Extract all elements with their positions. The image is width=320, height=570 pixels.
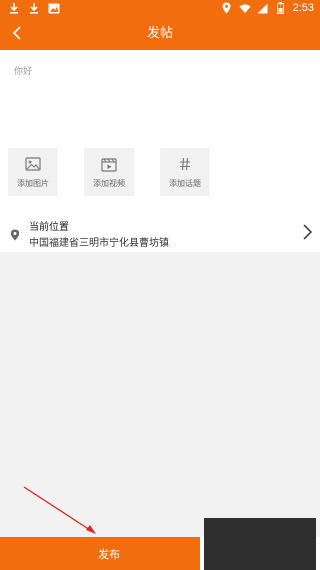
status-bar: ? 2:53: [0, 0, 320, 18]
add-video-label: 添加视频: [93, 179, 125, 188]
post-content-input[interactable]: [14, 64, 304, 124]
media-tools: 添加图片 添加视频 添加话题: [8, 148, 210, 196]
post-editor: 添加图片 添加视频 添加话题: [0, 50, 320, 212]
location-address: 中国福建省三明市宁化县曹坊镇: [29, 238, 169, 249]
location-title: 当前位置: [29, 222, 69, 233]
add-image-label: 添加图片: [17, 179, 49, 188]
page-title: 发帖: [146, 26, 173, 41]
battery-icon: ?: [275, 2, 287, 14]
image-icon: [48, 2, 60, 14]
video-icon: [100, 155, 118, 173]
download-icon: [8, 2, 20, 14]
wifi-icon: [239, 2, 251, 14]
add-image-button[interactable]: 添加图片: [8, 148, 58, 196]
image-icon: [24, 155, 42, 173]
add-topic-button[interactable]: 添加话题: [160, 148, 210, 196]
chevron-right-icon: [302, 224, 314, 240]
hash-icon: [176, 155, 194, 173]
add-topic-label: 添加话题: [169, 179, 201, 188]
svg-text:?: ?: [280, 3, 282, 8]
publish-label: 发布: [98, 547, 120, 561]
download-icon: [28, 2, 40, 14]
corner-panel: [204, 518, 316, 570]
status-time: 2:53: [292, 2, 314, 14]
location-icon: [221, 2, 233, 14]
status-right-icons: ? 2:53: [221, 2, 314, 14]
add-video-button[interactable]: 添加视频: [84, 148, 134, 196]
status-left-icons: [8, 2, 60, 14]
publish-button[interactable]: 发布: [0, 537, 200, 570]
app-bar: 发帖: [0, 18, 320, 50]
signal-icon: [257, 2, 269, 14]
location-row[interactable]: 当前位置 中国福建省三明市宁化县曹坊镇: [0, 212, 320, 252]
location-pin-icon: [10, 226, 20, 241]
